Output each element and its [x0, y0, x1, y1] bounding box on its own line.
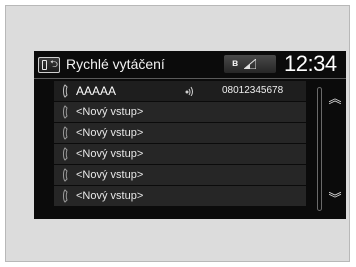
header-bar: ⮌ Rychlé vytáčení ʙ 12:34: [34, 51, 346, 78]
list-item[interactable]: <Nový vstup>: [54, 102, 306, 122]
entry-name: AAAAA: [76, 84, 117, 98]
phone-status: ʙ: [224, 55, 276, 73]
list-item[interactable]: <Nový vstup>: [54, 123, 306, 143]
voice-tag-icon: [185, 86, 193, 96]
entry-name: <Nový vstup>: [76, 106, 144, 118]
bluetooth-icon: ʙ: [232, 58, 239, 69]
page-title: Rychlé vytáčení: [66, 56, 165, 72]
entry-name: <Nový vstup>: [76, 190, 144, 202]
speed-dial-list: AAAAA 08012345678 <Nový vstup> <Nový vst…: [54, 81, 306, 207]
phone-icon: [42, 60, 47, 70]
display-screen: ⮌ Rychlé vytáčení ʙ 12:34 AAAAA 08012345…: [34, 51, 346, 219]
handset-icon: [63, 84, 68, 98]
handset-icon: [63, 105, 68, 119]
entry-name: <Nový vstup>: [76, 169, 144, 181]
entry-name: <Nový vstup>: [76, 148, 144, 160]
back-arrow-icon: ⮌: [50, 59, 59, 70]
signal-strength-icon: [244, 59, 256, 69]
handset-icon: [63, 147, 68, 161]
entry-name: <Nový vstup>: [76, 127, 144, 139]
figure-frame: ⮌ Rychlé vytáčení ʙ 12:34 AAAAA 08012345…: [5, 5, 350, 262]
double-chevron-up-icon[interactable]: ︽: [327, 91, 343, 107]
list-item[interactable]: AAAAA 08012345678: [54, 81, 306, 101]
scrollbar[interactable]: [317, 87, 322, 211]
handset-icon: [63, 168, 68, 182]
clock: 12:34: [284, 51, 337, 76]
handset-icon: [63, 189, 68, 203]
handset-icon: [63, 126, 68, 140]
list-item[interactable]: <Nový vstup>: [54, 144, 306, 164]
double-chevron-down-icon[interactable]: ︾: [327, 191, 343, 207]
list-item[interactable]: <Nový vstup>: [54, 186, 306, 206]
header-divider: [34, 78, 346, 79]
entry-number: 08012345678: [222, 85, 284, 96]
phone-menu-icon[interactable]: ⮌: [38, 57, 60, 73]
list-item[interactable]: <Nový vstup>: [54, 165, 306, 185]
